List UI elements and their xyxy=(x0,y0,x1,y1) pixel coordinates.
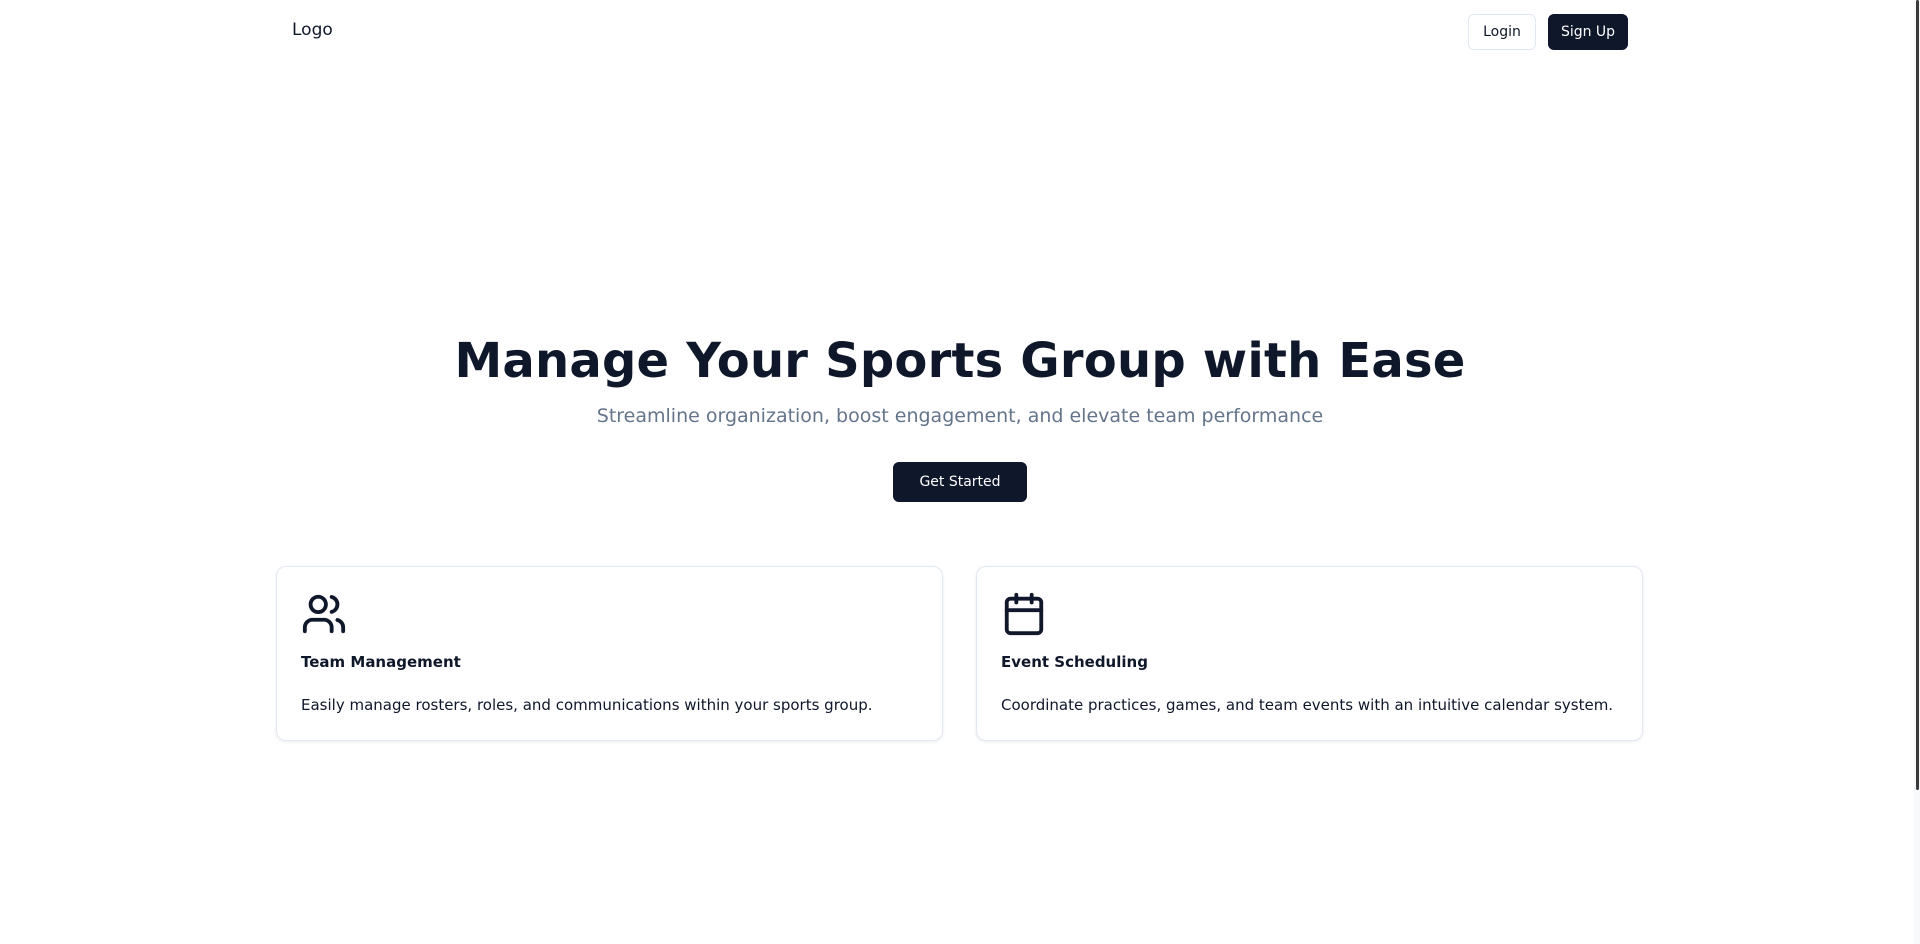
landing-page: Logo Login Sign Up Manage Your Sports Gr… xyxy=(0,0,1920,944)
get-started-button[interactable]: Get Started xyxy=(893,462,1027,502)
feature-card-event-scheduling: Event Scheduling Coordinate practices, g… xyxy=(976,566,1643,741)
users-icon xyxy=(301,591,347,637)
feature-title: Team Management xyxy=(301,653,461,671)
signup-button[interactable]: Sign Up xyxy=(1548,14,1628,50)
hero-subtitle: Streamline organization, boost engagemen… xyxy=(596,405,1324,427)
scrollbar-thumb[interactable] xyxy=(1916,0,1919,790)
hero-title: Manage Your Sports Group with Ease xyxy=(454,333,1466,389)
site-header: Logo Login Sign Up xyxy=(0,0,1920,66)
login-button[interactable]: Login xyxy=(1468,14,1536,50)
feature-description: Coordinate practices, games, and team ev… xyxy=(1001,696,1614,714)
feature-title: Event Scheduling xyxy=(1001,653,1148,671)
vertical-scrollbar[interactable] xyxy=(1914,0,1920,944)
feature-description: Easily manage rosters, roles, and commun… xyxy=(301,696,873,714)
calendar-icon xyxy=(1001,591,1047,637)
logo[interactable]: Logo xyxy=(292,20,333,40)
feature-card-team-management: Team Management Easily manage rosters, r… xyxy=(276,566,943,741)
